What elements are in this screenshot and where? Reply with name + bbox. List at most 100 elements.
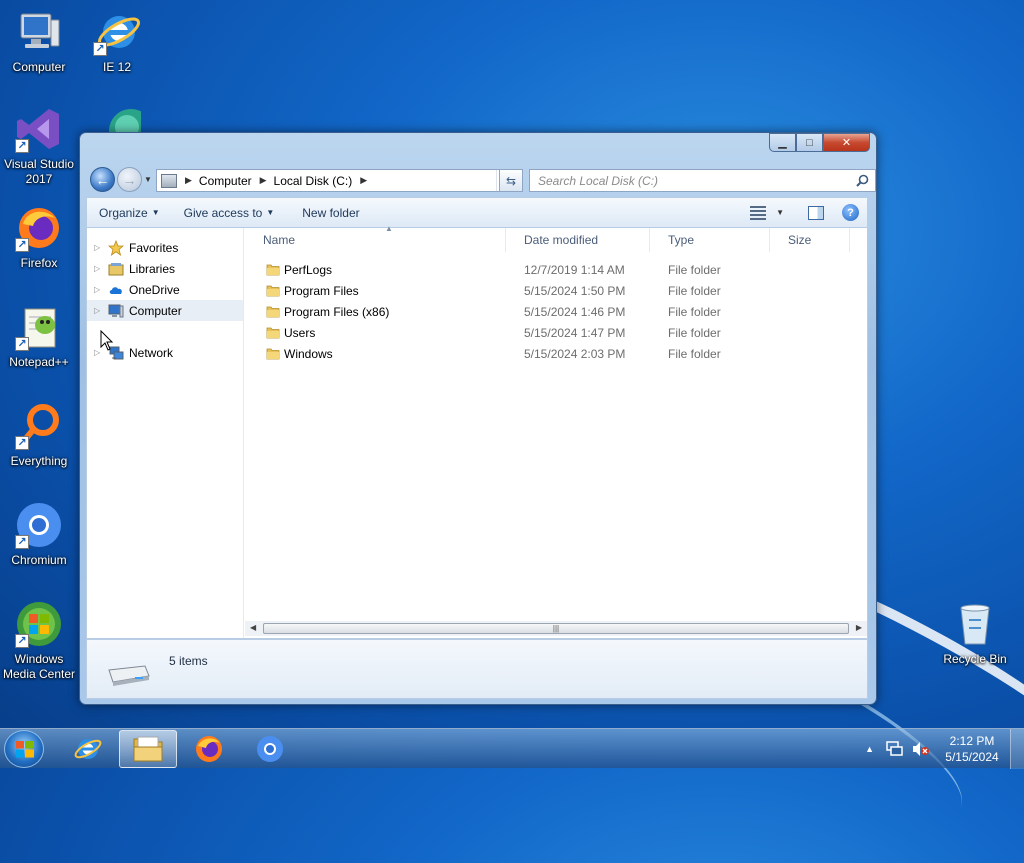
nav-item-computer[interactable]: ▷ Computer (87, 300, 243, 321)
taskbar-firefox-button[interactable] (180, 730, 238, 768)
navigation-bar: ← → ▼ ▶ Computer ▶ Local Disk (C:) ▶ ▼ ⇆… (86, 165, 876, 193)
shortcut-arrow-icon: ↗ (15, 535, 29, 549)
organize-label: Organize (99, 205, 148, 220)
file-list: Name ▲ Date modified Type Size PerfLogs … (245, 224, 867, 638)
item-count: 5 items (169, 654, 208, 668)
hard-drive-icon (108, 665, 150, 686)
firefox-icon: ↗ (15, 204, 63, 252)
new-folder-button[interactable]: New folder (302, 206, 359, 220)
notepad-plus-plus-icon: ↗ (15, 303, 63, 351)
expand-arrow-icon[interactable]: ▷ (94, 285, 104, 294)
desktop-icon-chromium[interactable]: ↗ Chromium (1, 501, 77, 568)
shortcut-arrow-icon: ↗ (15, 436, 29, 450)
details-pane: 5 items (86, 639, 868, 699)
desktop-icon-notepadpp[interactable]: ↗ Notepad++ (1, 303, 77, 370)
taskbar-chromium-button[interactable] (241, 730, 299, 768)
help-icon[interactable]: ? (842, 204, 859, 221)
desktop-icon-visual-studio[interactable]: ↗ Visual Studio 2017 (1, 105, 77, 187)
scroll-right-icon[interactable]: ▶ (856, 623, 862, 632)
explorer-window: ▁ □ ✕ ← → ▼ ▶ Computer ▶ Local Disk (C:)… (79, 132, 877, 705)
search-input[interactable]: Search Local Disk (C:) (529, 169, 876, 192)
change-view-icon[interactable] (750, 205, 767, 220)
column-header-name[interactable]: Name ▲ (245, 224, 506, 252)
folder-icon (266, 285, 280, 297)
column-header-date[interactable]: Date modified (506, 228, 650, 252)
table-row[interactable]: Program Files (x86) 5/15/2024 1:46 PM Fi… (245, 301, 865, 322)
chevron-right-icon[interactable]: ▶ (185, 175, 192, 186)
volume-muted-icon[interactable] (912, 741, 930, 757)
windows-logo-icon (16, 741, 34, 758)
chevron-right-icon[interactable]: ▶ (360, 175, 367, 186)
shortcut-arrow-icon: ↗ (15, 139, 29, 153)
recent-pages-dropdown[interactable]: ▼ (144, 175, 152, 184)
maximize-button[interactable]: □ (796, 133, 823, 152)
minimize-button[interactable]: ▁ (769, 133, 796, 152)
show-hidden-icons-icon[interactable]: ▲ (865, 744, 874, 754)
taskbar-ie-button[interactable] (58, 730, 116, 768)
taskbar-explorer-button[interactable] (119, 730, 177, 768)
search-placeholder: Search Local Disk (C:) (538, 173, 659, 188)
nav-item-label: Network (129, 345, 174, 360)
breadcrumb-computer[interactable]: Computer (199, 174, 252, 188)
expand-arrow-icon[interactable]: ▷ (94, 306, 104, 315)
file-name: Program Files (284, 283, 359, 298)
organize-button[interactable]: Organize ▼ (99, 206, 160, 220)
nav-item-favorites[interactable]: ▷ Favorites (87, 237, 243, 258)
libraries-icon (108, 261, 124, 277)
desktop-icon-recycle-bin[interactable]: Recycle Bin (937, 600, 1013, 667)
table-row[interactable]: Program Files 5/15/2024 1:50 PM File fol… (245, 280, 865, 301)
file-type: File folder (668, 304, 721, 319)
shortcut-arrow-icon: ↗ (15, 634, 29, 648)
internet-explorer-icon: ↗ (93, 8, 141, 56)
folder-icon (266, 306, 280, 318)
horizontal-scrollbar[interactable]: ◀ ||| ▶ (245, 621, 867, 636)
expand-arrow-icon[interactable]: ▷ (94, 243, 104, 252)
nav-item-onedrive[interactable]: ▷ OneDrive (87, 279, 243, 300)
desktop-icon-ie[interactable]: ↗ IE 12 (79, 8, 155, 75)
folder-icon (133, 736, 163, 762)
clock-date: 5/15/2024 (945, 750, 999, 764)
content-area: ▷ Favorites ▷ Libraries ▷ OneDrive ▷ Com… (86, 224, 868, 639)
expand-arrow-icon[interactable]: ▷ (94, 264, 104, 273)
system-tray: ▲ 2:12 PM 5/15/2024 (865, 729, 1024, 769)
table-row[interactable]: Users 5/15/2024 1:47 PM File folder (245, 322, 865, 343)
scrollbar-thumb[interactable]: ||| (263, 623, 849, 634)
caret-down-icon[interactable]: ▼ (776, 208, 784, 217)
table-row[interactable]: Windows 5/15/2024 2:03 PM File folder (245, 343, 865, 364)
show-desktop-button[interactable] (1010, 729, 1024, 769)
desktop-icon-label: Visual Studio 2017 (4, 157, 74, 186)
desktop-icon-label: Windows Media Center (2, 652, 76, 681)
taskbar: ▲ 2:12 PM 5/15/2024 (0, 728, 1024, 769)
chevron-right-icon[interactable]: ▶ (260, 175, 267, 186)
file-type: File folder (668, 283, 721, 298)
scroll-left-icon[interactable]: ◀ (250, 623, 256, 632)
forward-button[interactable]: → (117, 167, 142, 192)
caret-down-icon: ▼ (266, 208, 275, 217)
back-button[interactable]: ← (90, 167, 115, 192)
give-access-button[interactable]: Give access to ▼ (184, 206, 275, 220)
address-bar[interactable]: ▶ Computer ▶ Local Disk (C:) ▶ ▼ (156, 169, 521, 192)
desktop-icon-computer[interactable]: Computer (1, 8, 77, 75)
folder-icon (266, 327, 280, 339)
nav-item-libraries[interactable]: ▷ Libraries (87, 258, 243, 279)
desktop-icon-label: Chromium (11, 553, 67, 567)
file-type: File folder (668, 325, 721, 340)
file-name: Program Files (x86) (284, 304, 390, 319)
close-button[interactable]: ✕ (823, 133, 870, 152)
windows-media-center-icon: ↗ (15, 600, 63, 648)
desktop-icon-everything[interactable]: ↗ Everything (1, 402, 77, 469)
visual-studio-icon: ↗ (15, 105, 63, 153)
desktop-icon-label: IE 12 (102, 60, 132, 74)
nav-item-label: Libraries (129, 261, 176, 276)
table-row[interactable]: PerfLogs 12/7/2019 1:14 AM File folder (245, 259, 865, 280)
breadcrumb-local-disk[interactable]: Local Disk (C:) (274, 174, 353, 188)
column-header-size[interactable]: Size (770, 228, 850, 252)
start-button[interactable] (4, 730, 44, 768)
preview-pane-icon[interactable] (808, 205, 824, 220)
clock[interactable]: 2:12 PM 5/15/2024 (934, 733, 1010, 765)
desktop-icon-media-center[interactable]: ↗ Windows Media Center (1, 600, 77, 682)
desktop-icon-firefox[interactable]: ↗ Firefox (1, 204, 77, 271)
refresh-button[interactable]: ⇆ (499, 169, 523, 192)
column-header-type[interactable]: Type (650, 228, 770, 252)
network-status-icon[interactable] (886, 741, 904, 757)
